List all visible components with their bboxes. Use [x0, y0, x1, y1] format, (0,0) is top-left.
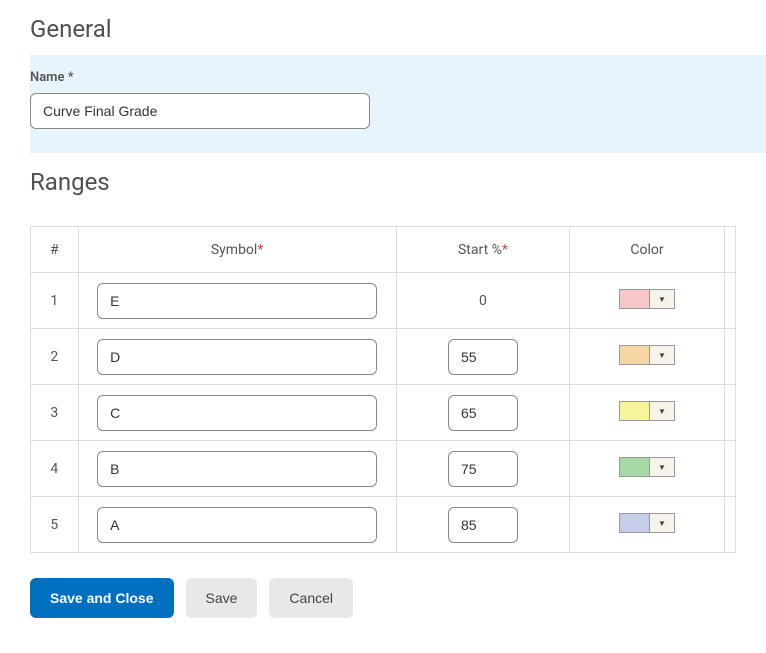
- color-picker[interactable]: ▼: [619, 401, 675, 421]
- required-mark: *: [257, 242, 263, 258]
- start-percent-input[interactable]: [448, 395, 518, 431]
- row-number: 3: [31, 385, 79, 441]
- table-row: 4▼: [31, 441, 736, 497]
- color-picker[interactable]: ▼: [619, 513, 675, 533]
- general-panel: Name *: [30, 55, 766, 153]
- caret-down-icon: ▼: [650, 290, 674, 308]
- color-swatch: [620, 514, 650, 532]
- col-header-start: Start %*: [396, 227, 570, 273]
- table-row: 3▼: [31, 385, 736, 441]
- section-heading-ranges: Ranges: [30, 168, 736, 196]
- start-percent-input[interactable]: [448, 339, 518, 375]
- caret-down-icon: ▼: [650, 346, 674, 364]
- save-button[interactable]: Save: [186, 578, 258, 618]
- row-number: 2: [31, 329, 79, 385]
- symbol-input[interactable]: [97, 339, 377, 375]
- color-swatch: [620, 346, 650, 364]
- required-mark: *: [502, 242, 508, 258]
- caret-down-icon: ▼: [650, 514, 674, 532]
- col-header-end: [724, 227, 735, 273]
- row-number: 4: [31, 441, 79, 497]
- symbol-input[interactable]: [97, 451, 377, 487]
- ranges-table: # Symbol* Start %* Color 10▼2▼3▼4▼5▼: [30, 226, 736, 553]
- start-percent-input[interactable]: [448, 507, 518, 543]
- name-label: Name *: [30, 70, 766, 85]
- color-swatch: [620, 290, 650, 308]
- row-number: 5: [31, 497, 79, 553]
- symbol-input[interactable]: [97, 283, 377, 319]
- color-picker[interactable]: ▼: [619, 345, 675, 365]
- symbol-input[interactable]: [97, 395, 377, 431]
- color-picker[interactable]: ▼: [619, 457, 675, 477]
- save-and-close-button[interactable]: Save and Close: [30, 578, 174, 618]
- color-swatch: [620, 458, 650, 476]
- col-header-num: #: [31, 227, 79, 273]
- table-row: 5▼: [31, 497, 736, 553]
- table-row: 1 0 ▼: [31, 273, 736, 329]
- section-heading-general: General: [30, 15, 736, 43]
- start-percent-input[interactable]: [448, 451, 518, 487]
- col-header-color: Color: [570, 227, 724, 273]
- caret-down-icon: ▼: [650, 458, 674, 476]
- name-input[interactable]: [30, 93, 370, 129]
- start-percent-static: 0: [479, 293, 487, 309]
- color-picker[interactable]: ▼: [619, 289, 675, 309]
- button-bar: Save and Close Save Cancel: [30, 578, 736, 618]
- col-header-symbol: Symbol*: [78, 227, 396, 273]
- color-swatch: [620, 402, 650, 420]
- caret-down-icon: ▼: [650, 402, 674, 420]
- table-row: 2▼: [31, 329, 736, 385]
- row-number: 1: [31, 273, 79, 329]
- symbol-input[interactable]: [97, 507, 377, 543]
- cancel-button[interactable]: Cancel: [269, 578, 353, 618]
